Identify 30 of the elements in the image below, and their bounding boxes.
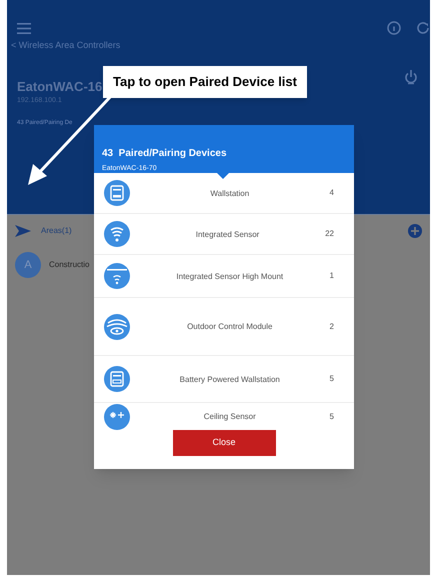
callout-text: Tap to open Paired Device list — [113, 73, 297, 91]
refresh-icon[interactable] — [416, 21, 430, 35]
close-button[interactable]: Close — [172, 430, 276, 456]
keypad-icon — [104, 180, 130, 206]
wave-icon — [104, 263, 130, 289]
keypad-icon — [104, 366, 130, 392]
device-name[interactable]: Wallstation — [210, 188, 250, 198]
dialog-title: 43 Paired/Pairing Devices — [102, 147, 227, 161]
device-count: 22 — [325, 228, 334, 240]
device-name[interactable]: Ceiling Sensor — [204, 411, 256, 422]
send-icon — [15, 225, 31, 237]
device-count: 5 — [330, 373, 334, 385]
power-icon[interactable] — [404, 68, 418, 84]
device-count: 5 — [330, 410, 334, 422]
info-icon[interactable] — [387, 21, 401, 35]
device-count: 4 — [330, 187, 334, 199]
device-name[interactable]: Outdoor Control Module — [187, 321, 272, 332]
area-name[interactable]: Constructio — [49, 259, 90, 271]
device-name[interactable]: Integrated Sensor High Mount — [176, 270, 284, 282]
device-name[interactable]: Integrated Sensor — [196, 228, 260, 240]
dome-icon — [104, 314, 130, 340]
menu-icon[interactable] — [17, 22, 31, 34]
device-name[interactable]: Battery Powered Wallstation — [180, 374, 280, 384]
controller-name: EatonWAC-16 — [17, 78, 102, 96]
snowflake-icon — [104, 404, 130, 430]
area-avatar: A — [15, 252, 41, 278]
wave-icon — [104, 221, 130, 247]
device-count: 1 — [330, 270, 334, 282]
add-icon[interactable] — [408, 224, 422, 238]
device-count: 2 — [330, 320, 334, 332]
